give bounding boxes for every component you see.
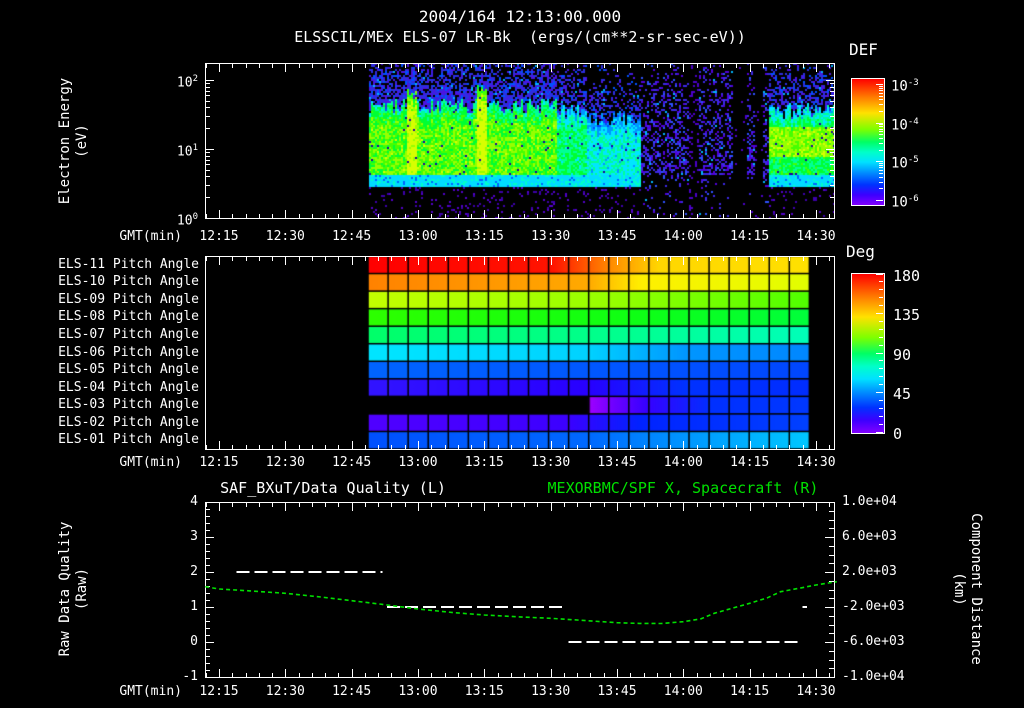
time-tick-label: 14:30 [796, 229, 836, 244]
time-tick-label: 13:30 [531, 684, 571, 699]
component-distance-axis-title: Component Distance (km) [951, 513, 984, 665]
deg-tick-label: 90 [893, 345, 912, 364]
time-tick-label: 13:00 [398, 455, 438, 470]
electron-energy-spectrogram [205, 63, 834, 218]
distance-tick-label: 1.0e+04 [842, 494, 897, 509]
time-tick-label: 14:30 [796, 455, 836, 470]
def-tick-label: 10-4 [891, 116, 919, 134]
time-tick-label: 13:15 [464, 684, 504, 699]
time-tick-label: 13:00 [398, 229, 438, 244]
def-colorbar [851, 78, 885, 206]
deg-tick-label: 180 [893, 266, 921, 285]
def-tick-label: 10-3 [891, 78, 919, 95]
deg-tick-label: 0 [893, 424, 903, 443]
time-tick-label: 13:45 [597, 229, 637, 244]
quality-tick-label: -1 [182, 669, 198, 684]
quality-tick-label: 1 [190, 599, 198, 614]
time-tick-label: 14:00 [663, 455, 703, 470]
energy-tick-label: 101 [176, 143, 198, 160]
pitch-angle-heatmap [205, 256, 834, 449]
raw-data-quality-axis-title: Raw Data Quality (Raw) [57, 521, 90, 657]
pitch-row-label: ELS-09 Pitch Angle [58, 291, 199, 307]
pitch-row-label: ELS-02 Pitch Angle [58, 414, 199, 430]
def-tick-label: 10-5 [891, 155, 919, 172]
time-tick-label: 12:15 [199, 684, 239, 699]
time-tick-label: 13:45 [597, 455, 637, 470]
els-summary-plot: 2004/164 12:13:00.000 ELSSCIL/MEx ELS-07… [0, 0, 1024, 708]
time-tick-label: 12:45 [332, 684, 372, 699]
time-tick-label: 14:15 [730, 684, 770, 699]
time-tick-label: 13:45 [597, 684, 637, 699]
pitch-row-label: ELS-11 Pitch Angle [58, 256, 199, 272]
deg-tick-label: 45 [893, 385, 912, 403]
gmt-axis-label: GMT(min) [119, 455, 182, 470]
pitch-row-label: ELS-07 Pitch Angle [58, 326, 199, 342]
pitch-row-label: ELS-05 Pitch Angle [58, 362, 199, 378]
time-tick-label: 13:15 [464, 229, 504, 244]
pitch-row-label: ELS-03 Pitch Angle [58, 397, 199, 413]
def-tick-label: 10-6 [891, 194, 919, 211]
quality-tick-label: 4 [190, 494, 198, 509]
energy-tick-label: 100 [176, 212, 198, 229]
distance-series-title: MEXORBMC/SPF X, Spacecraft (R) [547, 479, 819, 497]
gmt-axis-label: GMT(min) [119, 684, 182, 699]
pitch-row-label: ELS-06 Pitch Angle [58, 344, 199, 360]
distance-tick-label: 2.0e+03 [842, 564, 897, 579]
distance-tick-label: -1.0e+04 [842, 669, 905, 684]
pitch-row-label: ELS-04 Pitch Angle [58, 379, 199, 395]
time-tick-label: 14:00 [663, 229, 703, 244]
time-tick-label: 12:45 [332, 229, 372, 244]
gmt-axis-label: GMT(min) [119, 229, 182, 244]
pitch-row-label: ELS-08 Pitch Angle [58, 309, 199, 325]
time-tick-label: 13:30 [531, 229, 571, 244]
plot-date-title: 2004/164 12:13:00.000 [418, 7, 622, 26]
distance-tick-label: -2.0e+03 [842, 599, 905, 614]
quality-tick-label: 0 [190, 634, 198, 649]
pitch-row-label: ELS-01 Pitch Angle [58, 432, 199, 448]
distance-tick-label: -6.0e+03 [842, 634, 905, 649]
time-tick-label: 12:30 [265, 229, 305, 244]
distance-tick-label: 6.0e+03 [842, 529, 897, 544]
time-tick-label: 13:00 [398, 684, 438, 699]
time-tick-label: 14:15 [730, 455, 770, 470]
pitch-row-label: ELS-10 Pitch Angle [58, 274, 199, 290]
time-tick-label: 13:15 [464, 455, 504, 470]
quality-tick-label: 3 [190, 529, 198, 544]
time-tick-label: 14:00 [663, 684, 703, 699]
time-tick-label: 12:15 [199, 229, 239, 244]
energy-tick-label: 102 [176, 74, 198, 91]
time-tick-label: 12:45 [332, 455, 372, 470]
time-tick-label: 14:15 [730, 229, 770, 244]
time-tick-label: 12:15 [199, 455, 239, 470]
time-tick-label: 12:30 [265, 684, 305, 699]
time-tick-label: 14:30 [796, 684, 836, 699]
quality-tick-label: 2 [190, 564, 198, 579]
electron-energy-axis-title: Electron Energy (eV) [57, 77, 90, 205]
time-tick-label: 12:30 [265, 455, 305, 470]
deg-colorbar [851, 273, 885, 434]
def-colorbar-title: DEF [849, 40, 878, 59]
quality-series-title: SAF_BXuT/Data Quality (L) [220, 479, 446, 497]
deg-tick-label: 135 [893, 306, 921, 324]
time-tick-label: 13:30 [531, 455, 571, 470]
deg-colorbar-title: Deg [846, 242, 875, 261]
